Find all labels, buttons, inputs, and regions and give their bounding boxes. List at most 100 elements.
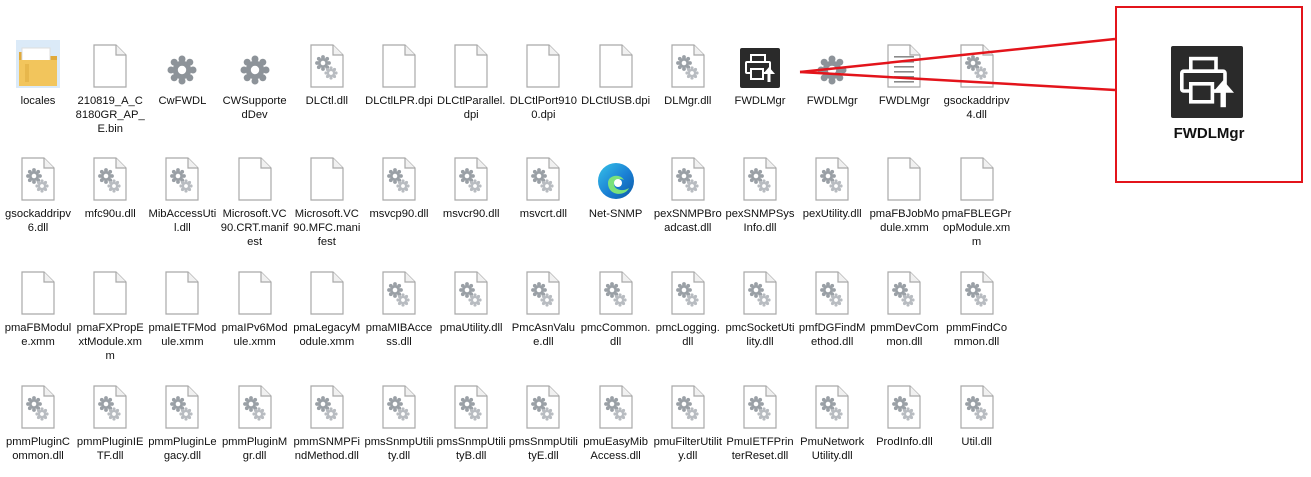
file-item[interactable]: pmaLegacyModule.xmm	[291, 267, 363, 349]
file-name-label: DLCtlLPR.dpi	[365, 95, 433, 107]
file-item[interactable]: pexSNMPSysInfo.dll	[724, 153, 796, 235]
file-item[interactable]: pmuEasyMibAccess.dll	[580, 381, 652, 463]
file-item[interactable]: DLCtlPort9100.dpi	[507, 40, 579, 122]
file-item[interactable]: locales	[2, 40, 74, 108]
dll-file-icon	[955, 267, 999, 315]
file-item[interactable]: Microsoft.VC90.MFC.manifest	[291, 153, 363, 249]
file-item[interactable]: pmfDGFindMethod.dll	[796, 267, 868, 349]
dll-file-icon	[882, 267, 926, 315]
file-item[interactable]: CWSupportedDev	[219, 40, 291, 122]
file-item[interactable]: FWDLMgr	[868, 40, 940, 108]
file-name-label: msvcrt.dll	[519, 208, 568, 220]
file-item[interactable]: pmaUtility.dll	[435, 267, 507, 335]
file-item[interactable]: pmsSnmpUtilityB.dll	[435, 381, 507, 463]
file-item[interactable]: MibAccessUtil.dll	[146, 153, 218, 235]
file-item[interactable]: pmcCommon.dll	[580, 267, 652, 349]
file-name-label: pmcSocketUtility.dll	[725, 322, 795, 348]
file-item[interactable]: pexUtility.dll	[796, 153, 868, 221]
file-name-label: pmaMIBAccess.dll	[365, 322, 433, 348]
blank-file-icon	[88, 40, 132, 88]
dll-file-icon	[449, 381, 493, 429]
file-item[interactable]: pmmDevCommon.dll	[868, 267, 940, 349]
file-item[interactable]: msvcp90.dll	[363, 153, 435, 221]
file-item[interactable]: gsockaddripv6.dll	[2, 153, 74, 235]
file-item[interactable]: gsockaddripv4.dll	[941, 40, 1013, 122]
file-item[interactable]: pmaIPv6Module.xmm	[219, 267, 291, 349]
file-name-label: pmmPluginCommon.dll	[5, 436, 71, 462]
file-item[interactable]: msvcr90.dll	[435, 153, 507, 221]
file-item[interactable]: mfc90u.dll	[74, 153, 146, 221]
file-item[interactable]: pmcSocketUtility.dll	[724, 267, 796, 349]
file-item[interactable]: PmcAsnValue.dll	[507, 267, 579, 349]
file-item[interactable]: pmuFilterUtility.dll	[652, 381, 724, 463]
dll-file-icon	[521, 267, 565, 315]
dll-file-icon	[449, 267, 493, 315]
dll-file-icon	[882, 381, 926, 429]
file-name-label: mfc90u.dll	[84, 208, 136, 220]
file-item[interactable]: pmaFBLEGPropModule.xmm	[941, 153, 1013, 249]
dll-file-icon	[16, 153, 60, 201]
file-item[interactable]: pmaMIBAccess.dll	[363, 267, 435, 349]
file-item[interactable]: PmuNetworkUtility.dll	[796, 381, 868, 463]
file-item[interactable]: FWDLMgr	[796, 40, 868, 108]
file-item[interactable]: pmmPluginLegacy.dll	[146, 381, 218, 463]
file-item[interactable]: pmmFindCommon.dll	[941, 267, 1013, 349]
dll-file-icon	[955, 381, 999, 429]
file-item[interactable]: FWDLMgr	[724, 40, 796, 108]
dll-file-icon	[377, 381, 421, 429]
file-name-label: pmaUtility.dll	[439, 322, 503, 334]
file-item[interactable]: pmaFXPropExtModule.xmm	[74, 267, 146, 363]
dll-file-icon	[88, 153, 132, 201]
file-name-label: pmmDevCommon.dll	[870, 322, 939, 348]
blank-file-icon	[449, 40, 493, 88]
file-item[interactable]: 210819_A_C8180GR_AP_E.bin	[74, 40, 146, 136]
file-item[interactable]: pmmPluginIETF.dll	[74, 381, 146, 463]
dll-file-icon	[16, 381, 60, 429]
file-name-label: DLCtlPort9100.dpi	[509, 95, 577, 121]
file-item[interactable]: DLMgr.dll	[652, 40, 724, 108]
file-item[interactable]: pexSNMPBroadcast.dll	[652, 153, 724, 235]
file-item[interactable]: pmcLogging.dll	[652, 267, 724, 349]
file-item[interactable]: Microsoft.VC90.CRT.manifest	[219, 153, 291, 249]
dll-file-icon	[810, 267, 854, 315]
file-item[interactable]: Util.dll	[941, 381, 1013, 449]
file-name-label: MibAccessUtil.dll	[148, 208, 217, 234]
file-name-label: FWDLMgr	[806, 95, 858, 107]
file-item[interactable]: DLCtlLPR.dpi	[363, 40, 435, 108]
file-name-label: DLCtl.dll	[305, 95, 348, 107]
dll-file-icon	[738, 267, 782, 315]
file-item[interactable]: CwFWDL	[146, 40, 218, 108]
file-item[interactable]: msvcrt.dll	[507, 153, 579, 221]
dll-file-icon	[666, 381, 710, 429]
file-item[interactable]: DLCtlParallel.dpi	[435, 40, 507, 122]
text-file-icon	[882, 40, 926, 88]
file-name-label: pmsSnmpUtilityB.dll	[436, 436, 506, 462]
file-item[interactable]: pmaIETFModule.xmm	[146, 267, 218, 349]
file-item[interactable]: pmmPluginMgr.dll	[219, 381, 291, 463]
file-item[interactable]: ProdInfo.dll	[868, 381, 940, 449]
file-name-label: Microsoft.VC90.MFC.manifest	[293, 208, 361, 248]
file-item[interactable]: pmmPluginCommon.dll	[2, 381, 74, 463]
file-item[interactable]: pmsSnmpUtility.dll	[363, 381, 435, 463]
file-name-label: pmmPluginMgr.dll	[221, 436, 288, 462]
file-item[interactable]: pmaFBJobModule.xmm	[868, 153, 940, 235]
dll-file-icon	[377, 267, 421, 315]
dll-file-icon	[810, 381, 854, 429]
blank-file-icon	[521, 40, 565, 88]
file-name-label: pmuFilterUtility.dll	[653, 436, 722, 462]
file-item[interactable]: PmuIETFPrinterReset.dll	[724, 381, 796, 463]
file-name-label: Util.dll	[961, 436, 992, 448]
file-name-label: PmuIETFPrinterReset.dll	[726, 436, 794, 462]
file-item[interactable]: pmmSNMPFindMethod.dll	[291, 381, 363, 463]
dll-file-icon	[160, 153, 204, 201]
file-item[interactable]: DLCtlUSB.dpi	[580, 40, 652, 108]
file-item[interactable]: pmsSnmpUtilityE.dll	[507, 381, 579, 463]
file-item[interactable]: Net-SNMP	[580, 153, 652, 221]
dll-file-icon	[88, 381, 132, 429]
file-item[interactable]: DLCtl.dll	[291, 40, 363, 108]
file-name-label: pexUtility.dll	[802, 208, 862, 220]
file-name-label: pmaIETFModule.xmm	[148, 322, 217, 348]
file-name-label: msvcp90.dll	[369, 208, 429, 220]
file-name-label: pmmPluginIETF.dll	[76, 436, 144, 462]
file-item[interactable]: pmaFBModule.xmm	[2, 267, 74, 349]
